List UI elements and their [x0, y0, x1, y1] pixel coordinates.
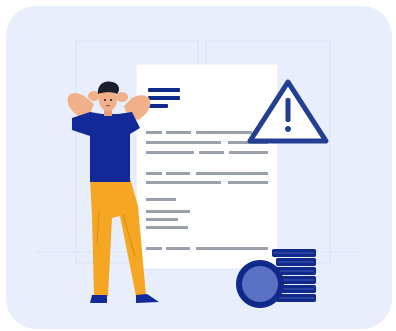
mouth	[105, 105, 111, 107]
warning-exclamation-bar	[285, 98, 291, 122]
illustration-canvas	[0, 0, 396, 331]
document-paper	[135, 63, 279, 270]
right-eye	[110, 99, 112, 101]
left-shoe	[90, 295, 107, 303]
right-hand	[116, 92, 128, 102]
scene-svg	[6, 6, 392, 329]
left-eye	[104, 99, 106, 101]
illustration-card	[6, 6, 392, 329]
document	[135, 63, 279, 270]
coin-face	[242, 266, 278, 302]
warning-exclamation-dot	[285, 126, 291, 132]
